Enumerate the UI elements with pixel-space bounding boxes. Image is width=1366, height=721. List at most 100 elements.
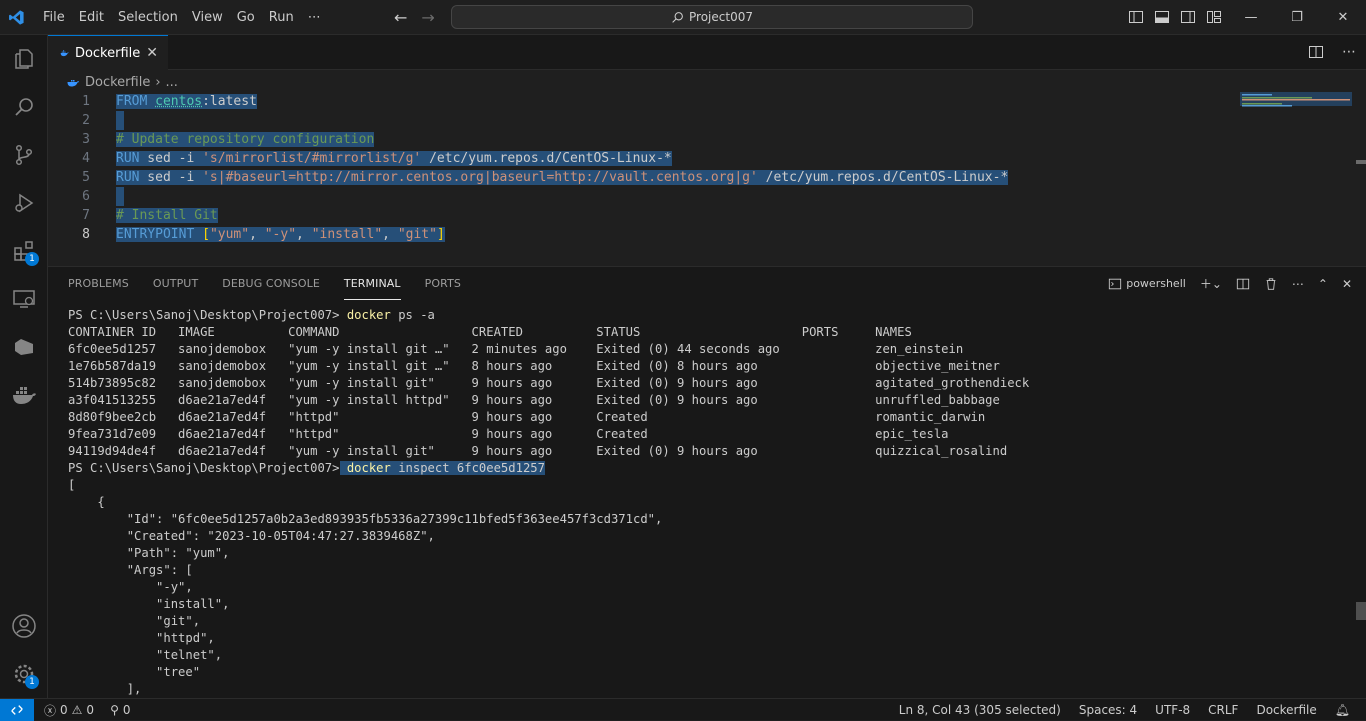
ports-indicator[interactable]: ⚲ 0 <box>110 703 130 717</box>
line-number: 7 <box>48 208 90 223</box>
minimize-icon[interactable]: — <box>1228 0 1274 35</box>
close-tab-icon[interactable]: ✕ <box>146 45 158 61</box>
terminal-output[interactable]: PS C:\Users\Sanoj\Desktop\Project007> do… <box>68 307 1348 699</box>
tab-output[interactable]: OUTPUT <box>153 269 198 299</box>
problems-indicator[interactable]: ⓧ 0 ⚠ 0 <box>44 702 94 719</box>
source-control-button[interactable] <box>0 131 48 179</box>
docker-button[interactable] <box>0 371 48 419</box>
toggle-primary-sidebar-icon[interactable] <box>1128 9 1144 25</box>
close-panel-icon[interactable]: ✕ <box>1342 277 1352 291</box>
line-number: 8 <box>48 227 90 242</box>
menu-selection[interactable]: Selection <box>111 0 185 35</box>
tab-problems[interactable]: PROBLEMS <box>68 269 129 299</box>
remote-explorer-button[interactable] <box>0 275 48 323</box>
breadcrumb-file[interactable]: Dockerfile <box>85 75 150 90</box>
code-line: 2 <box>48 111 1348 130</box>
command-center-label: Project007 <box>689 10 753 24</box>
title-bar: File Edit Selection View Go Run ⋯ ← → Pr… <box>0 0 1366 35</box>
terminal-json-line: "install", <box>68 596 1348 613</box>
search-view-button[interactable] <box>0 83 48 131</box>
toggle-secondary-sidebar-icon[interactable] <box>1180 9 1196 25</box>
terminal-profile[interactable]: powershell <box>1108 277 1186 291</box>
docker-file-icon <box>66 76 80 88</box>
status-left: ⓧ 0 ⚠ 0 ⚲ 0 <box>44 699 131 721</box>
editor-scrollbar[interactable] <box>1356 160 1366 164</box>
terminal-json-line: "httpd", <box>68 630 1348 647</box>
encoding[interactable]: UTF-8 <box>1155 703 1190 717</box>
error-count: 0 <box>60 703 68 717</box>
run-debug-icon <box>12 191 36 215</box>
broadcast-icon: ⚲ <box>110 703 119 717</box>
terminal-icon <box>1108 277 1122 291</box>
tab-ports[interactable]: PORTS <box>425 269 461 299</box>
line-number: 6 <box>48 189 90 204</box>
tab-label: Dockerfile <box>75 46 140 61</box>
terminal-table-row: 9fea731d7e09 d6ae21a7ed4f "httpd" 9 hour… <box>68 426 1348 443</box>
remote-indicator[interactable] <box>0 699 34 721</box>
terminal-json-line: "Path": "yum", <box>68 545 1348 562</box>
panel-tabs: PROBLEMS OUTPUT DEBUG CONSOLE TERMINAL P… <box>68 267 461 301</box>
menu-run[interactable]: Run <box>262 0 301 35</box>
forward-arrow-icon[interactable]: → <box>421 8 434 27</box>
window-controls: — ❐ ✕ <box>1228 0 1366 35</box>
code-comment: # Update repository configuration <box>116 132 374 147</box>
terminal-line: PS C:\Users\Sanoj\Desktop\Project007> do… <box>68 307 1348 324</box>
split-terminal-icon[interactable] <box>1236 277 1250 291</box>
close-window-icon[interactable]: ✕ <box>1320 0 1366 35</box>
layout-controls <box>1128 9 1222 25</box>
split-editor-icon[interactable] <box>1308 44 1324 60</box>
minimap[interactable] <box>1240 92 1352 116</box>
menu-edit[interactable]: Edit <box>72 0 111 35</box>
cursor-position[interactable]: Ln 8, Col 43 (305 selected) <box>899 703 1061 717</box>
line-number: 4 <box>48 151 90 166</box>
back-arrow-icon[interactable]: ← <box>394 8 407 27</box>
warning-count: 0 <box>86 703 94 717</box>
status-bar: ⓧ 0 ⚠ 0 ⚲ 0 Ln 8, Col 43 (305 selected) Spa… <box>0 698 1366 720</box>
tab-debug-console[interactable]: DEBUG CONSOLE <box>222 269 320 299</box>
accounts-button[interactable] <box>0 602 48 650</box>
more-actions-icon[interactable]: ⋯ <box>1292 277 1304 291</box>
code-text <box>116 111 124 130</box>
terminal-table-row: a3f041513255 d6ae21a7ed4f "yum -y instal… <box>68 392 1348 409</box>
extensions-button[interactable]: 1 <box>0 227 48 275</box>
terminal-json-line: "Id": "6fc0ee5d1257a0b2a3ed893935fb5336a… <box>68 511 1348 528</box>
menu-view[interactable]: View <box>185 0 230 35</box>
manage-button[interactable]: 1 <box>0 650 48 698</box>
ports-count: 0 <box>123 703 131 717</box>
error-icon: ⓧ <box>44 702 56 719</box>
toggle-panel-icon[interactable] <box>1154 9 1170 25</box>
tab-dockerfile[interactable]: Dockerfile ✕ <box>48 35 168 70</box>
menu-bar: File Edit Selection View Go Run ⋯ <box>36 0 328 35</box>
azure-button[interactable] <box>0 323 48 371</box>
end-of-line[interactable]: CRLF <box>1208 703 1238 717</box>
menu-file[interactable]: File <box>36 0 72 35</box>
run-debug-button[interactable] <box>0 179 48 227</box>
vscode-logo-icon <box>8 9 25 26</box>
menu-go[interactable]: Go <box>230 0 262 35</box>
terminal-json-line: { <box>68 494 1348 511</box>
search-icon <box>671 11 684 24</box>
terminal-scrollbar[interactable] <box>1356 602 1366 620</box>
trash-icon[interactable] <box>1264 277 1278 291</box>
notifications-icon[interactable]: 🔔︎ <box>1335 703 1350 717</box>
terminal-json-line: [ <box>68 477 1348 494</box>
more-actions-icon[interactable]: ⋯ <box>1342 44 1356 60</box>
language-mode[interactable]: Dockerfile <box>1256 703 1316 717</box>
code-editor[interactable]: 1 FROM centos:latest 2 3 # Update reposi… <box>48 92 1366 267</box>
command-center-search[interactable]: Project007 <box>451 5 973 29</box>
terminal-table-row: 94119d94de4f d6ae21a7ed4f "yum -y instal… <box>68 443 1348 460</box>
azure-icon <box>12 335 36 359</box>
maximize-panel-icon[interactable]: ⌃ <box>1318 277 1328 291</box>
tab-terminal[interactable]: TERMINAL <box>344 269 401 300</box>
breadcrumb-more[interactable]: ... <box>166 75 178 90</box>
customize-layout-icon[interactable] <box>1206 9 1222 25</box>
explorer-button[interactable] <box>0 35 48 83</box>
terminal-table-row: 6fc0ee5d1257 sanojdemobox "yum -y instal… <box>68 341 1348 358</box>
docker-file-icon <box>60 46 69 60</box>
terminal-shell-label: powershell <box>1126 277 1186 290</box>
indentation[interactable]: Spaces: 4 <box>1079 703 1137 717</box>
menu-more[interactable]: ⋯ <box>301 0 328 35</box>
new-terminal-icon[interactable]: ＋⌄ <box>1200 275 1222 292</box>
restore-icon[interactable]: ❐ <box>1274 0 1320 35</box>
terminal-line: PS C:\Users\Sanoj\Desktop\Project007> do… <box>68 460 1348 477</box>
